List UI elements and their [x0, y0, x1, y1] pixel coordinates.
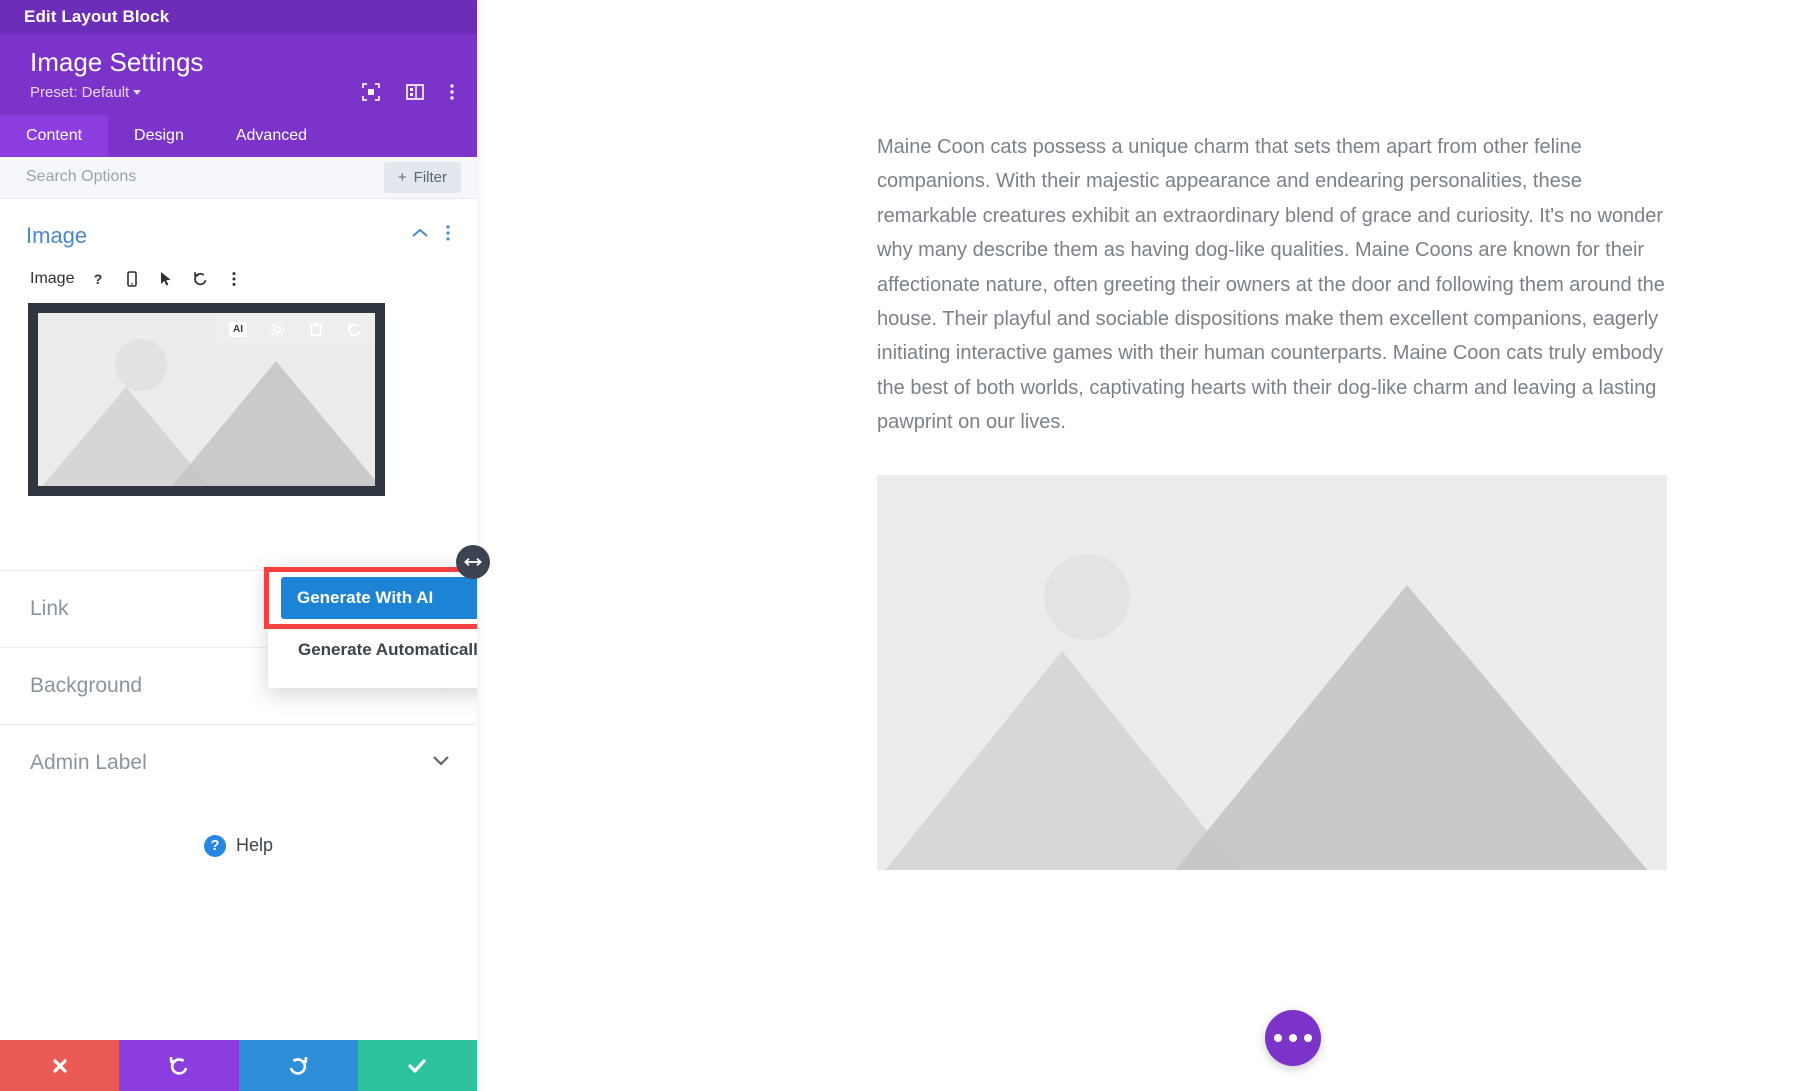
hover-cursor-icon[interactable] — [156, 269, 176, 289]
filter-label: Filter — [413, 168, 447, 186]
panel-resize-handle[interactable] — [456, 545, 490, 579]
generate-with-ai-button[interactable]: Generate With AI — [281, 576, 477, 619]
panel-header-icons — [361, 82, 455, 107]
panel-heading: Image Settings — [30, 47, 204, 77]
settings-gear-icon[interactable] — [269, 321, 286, 338]
more-vertical-icon[interactable] — [224, 269, 244, 289]
accordion-label: Link — [30, 596, 69, 620]
ellipsis-icon — [1304, 1034, 1312, 1042]
image-field-row: Image ? — [0, 259, 477, 295]
accordion-admin-label[interactable]: Admin Label — [0, 723, 477, 801]
generate-automatically-item[interactable]: Generate Automatically — [268, 628, 477, 672]
panel-layout-icon[interactable] — [405, 82, 425, 107]
image-preview-wrap: AI — [0, 295, 477, 496]
redo-button[interactable] — [238, 1040, 358, 1091]
preset-label: Preset: Default — [30, 83, 130, 101]
panel-header: Image Settings Preset: Default — [0, 34, 477, 115]
app-root: Edit Layout Block Image Settings Preset:… — [0, 0, 1800, 1091]
generate-with-ai-highlight: Generate With AI — [264, 566, 477, 629]
ellipsis-icon — [1274, 1034, 1282, 1042]
help-icon[interactable]: ? — [88, 269, 108, 289]
panel-action-bar — [0, 1040, 477, 1091]
more-vertical-icon[interactable] — [449, 82, 455, 107]
image-preview-frame[interactable]: AI — [28, 302, 385, 496]
image-settings-panel: Edit Layout Block Image Settings Preset:… — [0, 0, 477, 1091]
ai-badge-icon[interactable]: AI — [229, 322, 247, 338]
more-vertical-icon[interactable] — [445, 224, 451, 247]
undo-button[interactable] — [119, 1040, 239, 1091]
help-circle-icon: ? — [203, 834, 226, 857]
article: Maine Coon cats possess a unique charm t… — [477, 0, 1800, 870]
trash-icon[interactable] — [308, 321, 324, 338]
undo-icon[interactable] — [346, 322, 363, 338]
responsive-device-icon[interactable] — [122, 269, 142, 289]
chevron-down-icon — [133, 90, 142, 96]
article-paragraph: Maine Coon cats possess a unique charm t… — [877, 136, 1665, 434]
filter-button[interactable]: + Filter — [383, 161, 461, 193]
page-content: Maine Coon cats possess a unique charm t… — [477, 0, 1800, 1091]
save-button[interactable] — [357, 1040, 477, 1091]
image-ai-toolbar: AI — [217, 312, 375, 347]
section-controls — [411, 224, 451, 247]
help-label: Help — [235, 835, 274, 856]
plus-icon: + — [397, 168, 407, 186]
image-section-header: Image — [0, 199, 477, 259]
hero-image[interactable] — [877, 474, 1667, 870]
image-placeholder-icon — [877, 474, 1667, 870]
tab-advanced[interactable]: Advanced — [210, 115, 333, 157]
window-title: Edit Layout Block — [24, 7, 170, 26]
search-input[interactable] — [26, 168, 326, 187]
chevron-down-icon — [431, 754, 451, 772]
window-titlebar: Edit Layout Block — [0, 0, 477, 34]
svg-text:?: ? — [94, 271, 103, 287]
page-settings-fab[interactable] — [1265, 1010, 1321, 1066]
tab-content[interactable]: Content — [0, 114, 109, 157]
ellipsis-icon — [1289, 1034, 1297, 1042]
section-title: Image — [26, 222, 88, 248]
panel-body: Image Image ? AI Link Background Admin L… — [0, 198, 477, 1040]
accordion-label: Background — [30, 673, 143, 697]
chevron-up-icon[interactable] — [411, 227, 429, 245]
help-link[interactable]: ? Help — [0, 801, 477, 857]
accordion-label: Admin Label — [30, 750, 147, 774]
image-field-label: Image — [30, 269, 75, 287]
search-bar: + Filter — [0, 156, 477, 199]
tab-design[interactable]: Design — [108, 115, 210, 157]
cancel-button[interactable] — [0, 1040, 120, 1091]
panel-tabs: Content Design Advanced — [0, 114, 477, 157]
reset-icon[interactable] — [190, 269, 210, 289]
focus-target-icon[interactable] — [361, 82, 381, 107]
